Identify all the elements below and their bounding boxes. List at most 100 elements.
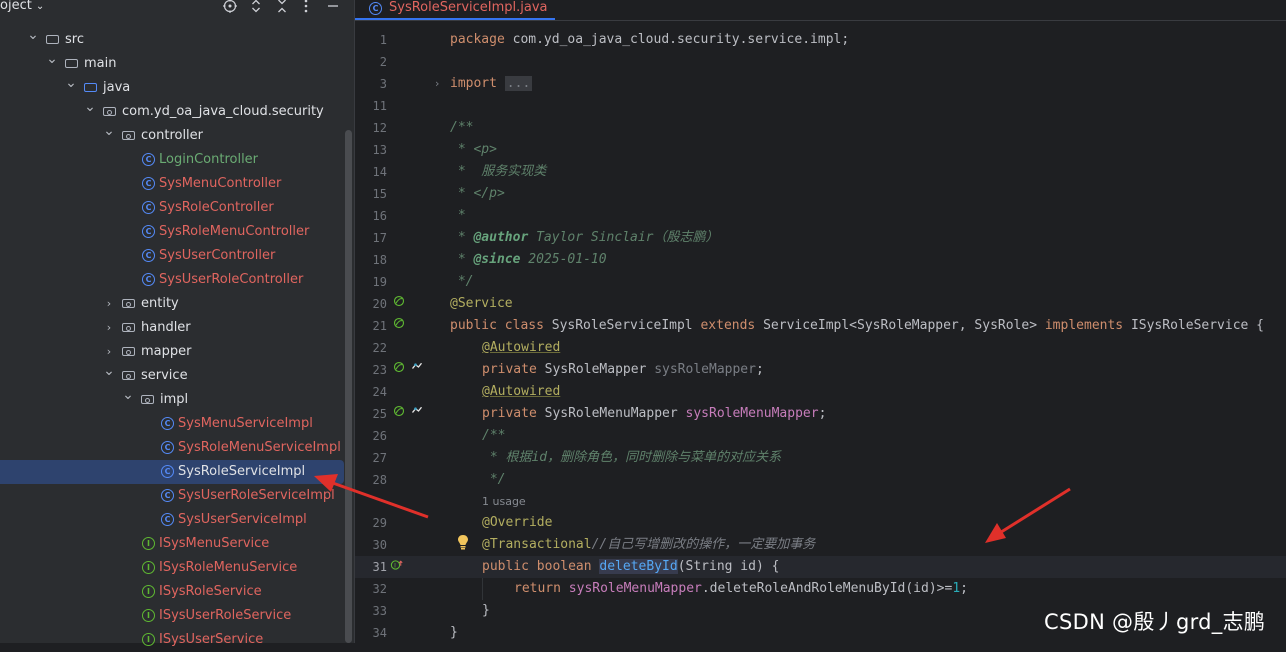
chevron-down-icon[interactable]: ⌄ [103,119,115,143]
line-number[interactable]: 12 [355,117,387,139]
code-line-3[interactable]: import ... [450,73,533,95]
tree-item-sysuserserviceimpl[interactable]: C SysUserServiceImpl [0,508,344,532]
tree-item-sysrolecontroller[interactable]: C SysRoleController [0,196,344,220]
code-line-26[interactable]: /** [482,425,505,447]
code-line-32[interactable]: return sysRoleMenuMapper.deleteRoleAndRo… [514,578,968,600]
tree-item-sysmenucontroller[interactable]: C SysMenuController [0,172,344,196]
line-number[interactable]: 14 [355,161,387,183]
tree-item-isysmenuservice[interactable]: I ISysMenuService [0,532,344,556]
line-number[interactable]: 34 [355,622,387,644]
line-number[interactable]: 26 [355,425,387,447]
autowired-bean-icon[interactable] [392,405,406,417]
tree-item-sysuserroleserviceimpl[interactable]: C SysUserRoleServiceImpl [0,484,344,508]
line-number[interactable]: 31 [355,556,387,578]
code-line-28[interactable]: */ [482,469,506,491]
line-number[interactable]: 27 [355,447,387,469]
tree-item-sysmenuserviceimpl[interactable]: C SysMenuServiceImpl [0,412,344,436]
tab-sysroleserviceimpl[interactable]: C SysRoleServiceImpl.java [355,0,555,20]
code-line-12[interactable]: /** [450,117,473,139]
tree-item-java[interactable]: ⌄ java [0,75,344,100]
tree-item-service[interactable]: ⌄ service [0,363,344,388]
tree-item-logincontroller[interactable]: C LoginController [0,148,344,172]
spring-bean-icon[interactable] [392,317,406,329]
tree-item-handler[interactable]: › handler [0,316,344,340]
code-line-22[interactable]: @Autowired [482,337,560,359]
tree-item-impl[interactable]: ⌄ impl [0,387,344,412]
code-line-31[interactable]: public boolean deleteById(String id) { [482,556,779,578]
code-line-33[interactable]: } [482,600,490,622]
line-number[interactable]: 19 [355,271,387,293]
tree-item-isysuserroleservice[interactable]: I ISysUserRoleService [0,604,344,628]
collapse-all-icon[interactable] [274,0,290,16]
code-line-21[interactable]: public class SysRoleServiceImpl extends … [450,315,1264,337]
minimize-icon[interactable] [325,0,341,16]
chevron-down-icon[interactable]: ⌄ [36,1,44,12]
project-panel-title[interactable]: oject ⌄ [0,0,44,13]
tree-item-main[interactable]: ⌄ main [0,51,344,76]
line-number[interactable]: 1 [355,29,387,51]
line-number[interactable]: 22 [355,337,387,359]
line-number[interactable]: 29 [355,512,387,534]
line-number[interactable]: 20 [355,293,387,315]
lightbulb-icon[interactable] [456,534,470,550]
chevron-down-icon[interactable]: ⌄ [65,71,77,95]
spring-bean-icon[interactable] [392,295,406,307]
implements-method-icon[interactable]: I [390,559,404,571]
line-number[interactable]: 15 [355,183,387,205]
line-number[interactable]: 2 [355,51,387,73]
code-line-24[interactable]: @Autowired [482,381,560,403]
code-line-1[interactable]: package com.yd_oa_java_cloud.security.se… [450,29,849,51]
line-number[interactable]: 33 [355,600,387,622]
locate-icon[interactable] [222,0,238,16]
code-line-23[interactable]: private SysRoleMapper sysRoleMapper; [482,359,764,381]
mybatis-icon[interactable] [410,405,424,417]
code-line-27[interactable]: * 根据id，删除角色，同时删除与菜单的对应关系 [482,447,781,469]
code-line-17[interactable]: * @author Taylor Sinclair（殷志鹏） [450,227,719,249]
chevron-right-icon[interactable]: › [103,292,115,316]
code-line-13[interactable]: * <p> [450,139,497,161]
line-number[interactable]: 13 [355,139,387,161]
line-number[interactable]: 21 [355,315,387,337]
code-line-29[interactable]: @Override [482,512,552,534]
usage-hint[interactable]: 1 usage [482,493,526,511]
code-line-14[interactable]: * 服务实现类 [450,161,547,183]
line-number[interactable]: 3 [355,73,387,95]
tree-item-isysuserservice[interactable]: I ISysUserService [0,628,344,652]
tree-item-sysrolemenuserviceimpl[interactable]: C SysRoleMenuServiceImpl [0,436,344,460]
chevron-down-icon[interactable]: ⌄ [84,95,96,119]
tree-item-sysusercontroller[interactable]: C SysUserController [0,244,344,268]
line-number[interactable]: 17 [355,227,387,249]
chevron-down-icon[interactable]: ⌄ [122,383,134,407]
line-number[interactable]: 16 [355,205,387,227]
line-number[interactable]: 30 [355,534,387,556]
autowired-bean-icon[interactable] [392,361,406,373]
tree-item-sysuserrolecontroller[interactable]: C SysUserRoleController [0,268,344,292]
line-number[interactable]: 28 [355,469,387,491]
tree-item-com-yd-oa-java-cloud-security[interactable]: ⌄ com.yd_oa_java_cloud.security [0,99,344,124]
line-number[interactable]: 18 [355,249,387,271]
more-options-icon[interactable] [298,0,314,16]
chevron-down-icon[interactable]: ⌄ [103,359,115,383]
code-line-25[interactable]: private SysRoleMenuMapper sysRoleMenuMap… [482,403,826,425]
tree-item-isysroleservice[interactable]: I ISysRoleService [0,580,344,604]
line-number[interactable]: 25 [355,403,387,425]
chevron-down-icon[interactable]: ⌄ [27,23,39,47]
code-line-20[interactable]: @Service [450,293,513,315]
code-line-19[interactable]: */ [450,271,474,293]
code-line-30[interactable]: @Transactional//自己写增删改的操作，一定要加事务 [482,534,815,556]
line-number[interactable]: 24 [355,381,387,403]
expand-all-icon[interactable] [248,0,264,16]
folded-imports[interactable]: ... [504,76,533,91]
tree-item-sysrolemenucontroller[interactable]: C SysRoleMenuController [0,220,344,244]
tree-item-entity[interactable]: › entity [0,292,344,316]
line-number[interactable]: 11 [355,95,387,117]
tree-item-mapper[interactable]: › mapper [0,340,344,364]
code-line-15[interactable]: * </p> [450,183,505,205]
mybatis-icon[interactable] [410,361,424,373]
tree-item-sysroleserviceimpl[interactable]: C SysRoleServiceImpl [0,460,344,484]
line-number[interactable]: 32 [355,578,387,600]
chevron-right-icon[interactable]: › [103,316,115,340]
tree-item-isysrolemenuservice[interactable]: I ISysRoleMenuService [0,556,344,580]
code-line-16[interactable]: * [450,205,466,227]
tree-item-controller[interactable]: ⌄ controller [0,123,344,148]
